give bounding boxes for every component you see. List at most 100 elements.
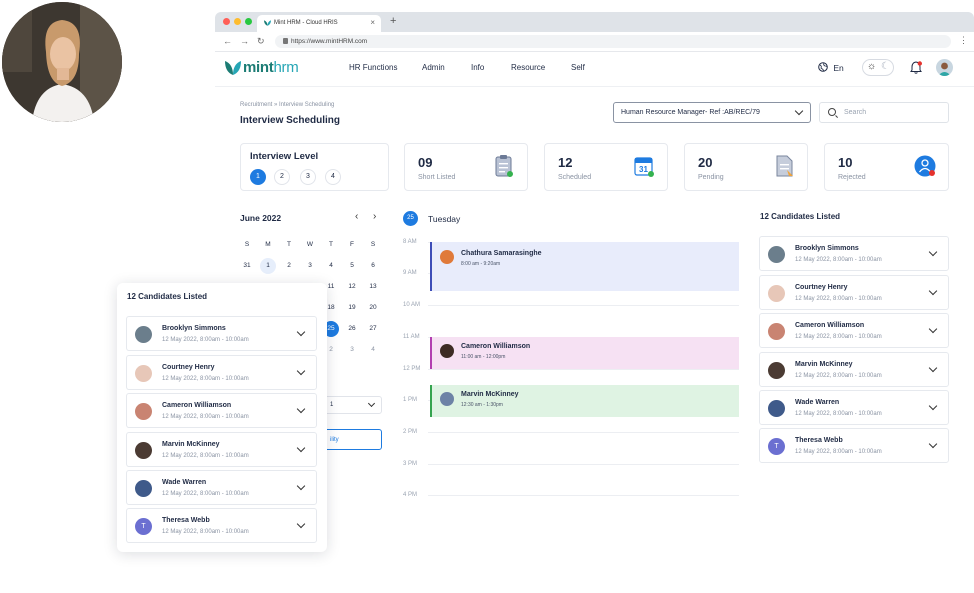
stat-card-rejected[interactable]: 10 Rejected	[824, 143, 949, 191]
availability-button[interactable]: ility	[322, 429, 382, 450]
nav-self[interactable]: Self	[571, 63, 585, 72]
event-card[interactable]: Marvin McKinney 12:30 am - 1:30pm	[430, 385, 739, 417]
search-icon	[828, 108, 836, 116]
candidate-item[interactable]: Brooklyn Simmons 12 May 2022, 8:00am - 1…	[759, 236, 949, 271]
browser-menu-icon[interactable]: ⋮	[959, 35, 968, 46]
hour-line	[428, 305, 739, 306]
candidate-avatar: T	[135, 518, 152, 535]
maximize-window-button[interactable]	[245, 18, 252, 25]
user-rejected-icon	[914, 155, 936, 177]
hour-line	[428, 432, 739, 433]
chevron-down-icon[interactable]	[296, 443, 306, 453]
calendar-day[interactable]: 2	[279, 262, 299, 269]
chevron-down-icon[interactable]	[928, 286, 938, 296]
candidate-item[interactable]: Marvin McKinney 12 May 2022, 8:00am - 10…	[126, 432, 317, 467]
chevron-down-icon[interactable]	[928, 324, 938, 334]
availability-select[interactable]: 1	[322, 396, 382, 414]
candidate-item[interactable]: T Theresa Webb 12 May 2022, 8:00am - 10:…	[759, 428, 949, 463]
browser-tab[interactable]: Mint HRM - Cloud HRIS ×	[257, 15, 381, 32]
chevron-down-icon[interactable]	[296, 327, 306, 337]
search-placeholder: Search	[844, 109, 867, 116]
calendar-next-icon[interactable]: ›	[373, 211, 376, 222]
calendar-day[interactable]: 20	[363, 304, 383, 311]
candidate-item[interactable]: Cameron Williamson 12 May 2022, 8:00am -…	[759, 313, 949, 348]
candidate-time: 12 May 2022, 8:00am - 10:00am	[795, 449, 882, 455]
time-label: 1 PM	[403, 397, 418, 403]
calendar-day[interactable]: 26	[342, 325, 362, 332]
calendar-day[interactable]: 6	[363, 262, 383, 269]
stat-card-pending[interactable]: 20 Pending	[684, 143, 808, 191]
event-avatar	[440, 250, 454, 264]
user-avatar[interactable]	[936, 59, 953, 76]
sun-icon: ☼	[867, 61, 877, 72]
time-label: 9 AM	[403, 270, 417, 276]
calendar-day[interactable]: 4	[321, 262, 341, 269]
event-card[interactable]: Cameron Williamson 11:00 am - 12:00pm	[430, 337, 739, 369]
level-4-button[interactable]: 4	[325, 169, 341, 185]
calendar-day[interactable]: 27	[363, 325, 383, 332]
breadcrumb[interactable]: Recruitment » Interview Scheduling	[240, 102, 334, 108]
calendar-day-today[interactable]: 1	[258, 262, 278, 269]
nav-resource[interactable]: Resource	[511, 63, 545, 72]
candidate-item[interactable]: Marvin McKinney 12 May 2022, 8:00am - 10…	[759, 352, 949, 387]
url-field[interactable]: https://www.mintHRM.com	[275, 35, 951, 48]
reload-icon[interactable]: ↻	[257, 36, 265, 47]
stat-card-scheduled[interactable]: 12 Scheduled 31	[544, 143, 668, 191]
candidate-item[interactable]: T Theresa Webb 12 May 2022, 8:00am - 10:…	[126, 508, 317, 543]
level-3-button[interactable]: 3	[300, 169, 316, 185]
candidate-item[interactable]: Brooklyn Simmons 12 May 2022, 8:00am - 1…	[126, 316, 317, 351]
candidate-item[interactable]: Wade Warren 12 May 2022, 8:00am - 10:00a…	[126, 470, 317, 505]
chevron-down-icon[interactable]	[928, 247, 938, 257]
language-selector[interactable]: En	[818, 62, 844, 73]
close-window-button[interactable]	[223, 18, 230, 25]
position-select[interactable]: Human Resource Manager- Ref :AB/REC/79	[613, 102, 811, 123]
candidate-time: 12 May 2022, 8:00am - 10:00am	[795, 296, 882, 302]
close-tab-icon[interactable]: ×	[370, 18, 375, 27]
chevron-down-icon	[794, 106, 804, 116]
calendar-day[interactable]: 5	[342, 262, 362, 269]
chevron-down-icon[interactable]	[296, 481, 306, 491]
candidate-item[interactable]: Courtney Henry 12 May 2022, 8:00am - 10:…	[126, 355, 317, 390]
calendar-day[interactable]: 31	[237, 262, 257, 269]
event-time: 12:30 am - 1:30pm	[461, 402, 503, 408]
calendar-prev-icon[interactable]: ‹	[355, 211, 358, 222]
candidate-time: 12 May 2022, 8:00am - 10:00am	[162, 491, 249, 497]
chevron-down-icon[interactable]	[296, 404, 306, 414]
forward-icon[interactable]: →	[240, 36, 249, 46]
nav-hr-functions[interactable]: HR Functions	[349, 63, 397, 72]
theme-toggle[interactable]: ☼ ☾	[862, 59, 894, 76]
chevron-down-icon[interactable]	[928, 363, 938, 373]
calendar-day[interactable]: 4	[363, 346, 383, 353]
notification-bell-icon[interactable]	[910, 61, 922, 74]
event-card[interactable]: Chathura Samarasinghe 8:00 am - 9:20am	[430, 242, 739, 291]
candidate-item[interactable]: Cameron Williamson 12 May 2022, 8:00am -…	[126, 393, 317, 428]
chevron-down-icon[interactable]	[296, 519, 306, 529]
nav-admin[interactable]: Admin	[422, 63, 445, 72]
chevron-down-icon[interactable]	[928, 401, 938, 411]
level-2-button[interactable]: 2	[274, 169, 290, 185]
stat-value: 09	[418, 155, 433, 170]
candidate-item[interactable]: Courtney Henry 12 May 2022, 8:00am - 10:…	[759, 275, 949, 310]
nav-info[interactable]: Info	[471, 63, 484, 72]
chevron-down-icon[interactable]	[296, 366, 306, 376]
stat-card-short-listed[interactable]: 09 Short Listed	[404, 143, 528, 191]
day-number-badge: 25	[403, 211, 418, 226]
search-input[interactable]: Search	[819, 102, 949, 123]
candidate-avatar: T	[768, 438, 785, 455]
calendar-day[interactable]: 3	[342, 346, 362, 353]
candidate-name: Cameron Williamson	[795, 322, 865, 329]
chevron-down-icon[interactable]	[928, 439, 938, 449]
level-1-button[interactable]: 1	[250, 169, 266, 185]
candidate-item[interactable]: Wade Warren 12 May 2022, 8:00am - 10:00a…	[759, 390, 949, 425]
back-icon[interactable]: ←	[223, 36, 232, 46]
calendar-day[interactable]: 19	[342, 304, 362, 311]
time-label: 3 PM	[403, 461, 418, 467]
minimize-window-button[interactable]	[234, 18, 241, 25]
weekday-label: W	[306, 241, 314, 248]
browser-tab-bar: Mint HRM - Cloud HRIS × +	[215, 12, 974, 32]
calendar-day[interactable]: 12	[342, 283, 362, 290]
candidate-name: Cameron Williamson	[162, 402, 232, 409]
calendar-day[interactable]: 3	[300, 262, 320, 269]
calendar-day[interactable]: 13	[363, 283, 383, 290]
new-tab-icon[interactable]: +	[390, 15, 396, 27]
